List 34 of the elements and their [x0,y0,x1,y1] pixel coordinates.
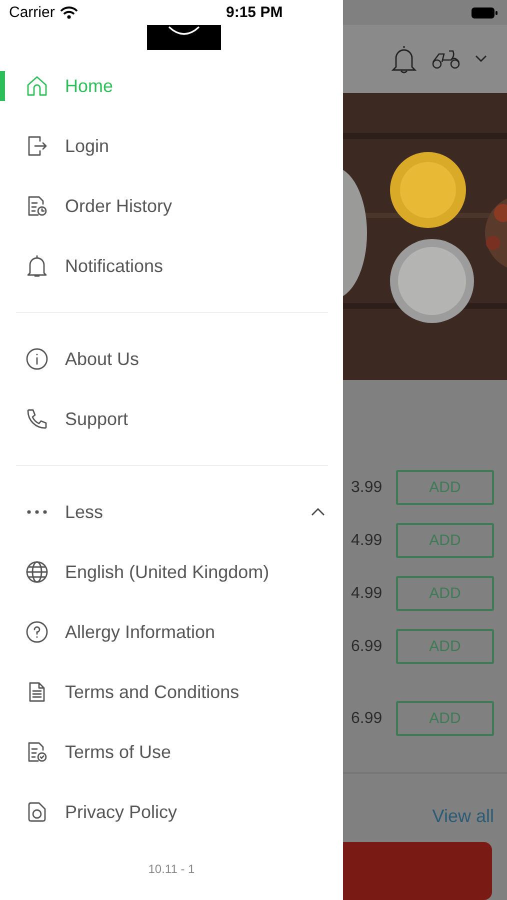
scooter-icon [431,48,461,70]
price-label: 6.99 [351,638,382,656]
question-icon [25,620,49,644]
carrier-label: Carrier [9,4,55,21]
logo-icon [146,25,220,50]
bell-icon [25,254,49,278]
price-label: 6.99 [351,710,382,728]
home-icon [25,74,49,98]
menu-item[interactable]: About Us [0,329,343,389]
clock-label: 9:15 PM [226,4,283,21]
chevron-down-icon [475,55,487,63]
price-label: 4.99 [351,532,382,550]
menu-item[interactable]: Privacy Policy [0,782,343,842]
more-toggle[interactable]: Less [0,482,343,542]
menu-item[interactable]: Terms and Conditions [0,662,343,722]
chevron-up-icon [311,508,325,516]
wifi-icon [60,6,78,19]
menu-item[interactable]: Allergy Information [0,602,343,662]
phone-icon [25,407,49,431]
price-label: 4.99 [351,584,382,602]
menu-item[interactable]: Terms of Use [0,722,343,782]
more-dots-icon [27,510,47,514]
menu-item[interactable]: Login [0,116,343,176]
globe-icon [25,560,49,584]
menu-item[interactable]: Support [0,389,343,449]
menu-item[interactable]: Notifications [0,236,343,296]
price-label: 3.99 [351,478,382,496]
menu-item[interactable]: English (United Kingdom) [0,542,343,602]
bell-icon [391,44,417,74]
menu-item[interactable]: Order History [0,176,343,236]
selection-indicator [0,71,5,101]
checkout-button[interactable] [343,842,492,900]
version-label: 10.11 - 1 [147,861,196,878]
info-icon [25,347,49,371]
